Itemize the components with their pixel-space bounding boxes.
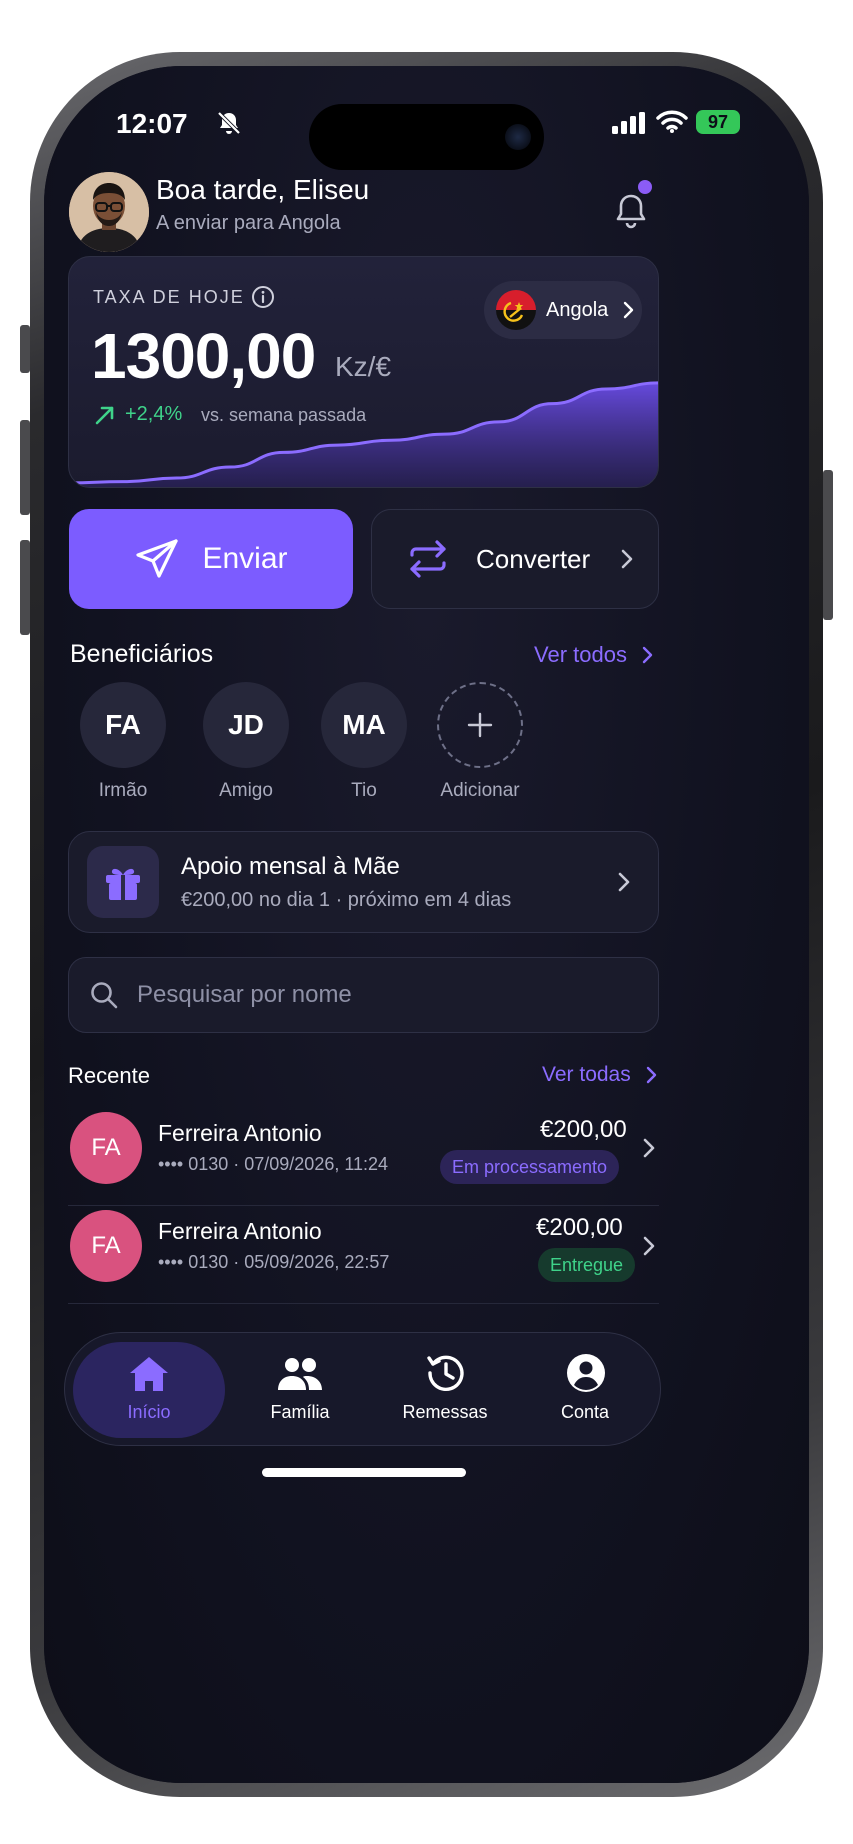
beneficiaries-view-all[interactable]: Ver todos [534,642,653,668]
wifi-icon [656,110,688,133]
plus-icon [467,712,493,738]
beneficiary-item[interactable]: JD Amigo [203,682,289,802]
recent-title: Recente [68,1063,150,1088]
transaction-row[interactable]: FA Ferreira Antonio •••• 0130 · 05/09/20… [68,1208,659,1304]
status-time: 12:07 [116,108,188,139]
greeting: Boa tarde, Eliseu [156,174,370,205]
beneficiary-label: Irmão [98,780,148,801]
nav-remittances-label: Remessas [402,1402,488,1422]
search-placeholder: Pesquisar por nome [137,981,352,1008]
transaction-amount: €200,00 [536,1214,623,1241]
rate-label: TAXA DE HOJE [93,287,245,307]
exchange-rate-card[interactable]: TAXA DE HOJE 1300,00 Kz/€ +2,4% vs. sema… [68,256,659,488]
nav-family[interactable]: Família [240,1342,360,1438]
transaction-meta: •••• 0130 · 05/09/2026, 22:57 [158,1252,390,1272]
chevron-right-icon [643,1138,655,1158]
country-selector[interactable]: Angola [484,281,642,339]
angola-flag-icon [496,290,536,330]
transaction-avatar: FA [70,1112,142,1184]
chevron-right-icon [624,301,634,319]
view-all-label: Ver todas [542,1063,631,1086]
gift-icon-box [87,846,159,918]
search-input[interactable]: Pesquisar por nome [68,957,659,1033]
history-icon [427,1355,464,1392]
gift-icon [106,868,140,900]
beneficiary-item[interactable]: MA Tio [321,682,407,802]
status-badge: Em processamento [440,1150,620,1184]
nav-family-label: Família [270,1402,330,1422]
send-button[interactable]: Enviar [69,509,353,609]
notification-dot [638,180,652,194]
avatar[interactable] [69,172,149,252]
rate-change: +2,4% [125,403,183,425]
beneficiaries-title: Beneficiários [70,640,214,668]
paper-plane-icon [136,539,179,578]
power-button [823,470,833,620]
beneficiary-label: Amigo [219,780,273,801]
add-beneficiary-button[interactable]: Adicionar [422,682,538,802]
transaction-name: Ferreira Antonio [158,1120,322,1146]
send-label: Enviar [202,542,288,575]
recent-view-all[interactable]: Ver todas [542,1063,657,1087]
chevron-right-icon [621,549,633,569]
nav-home[interactable]: Início [73,1342,225,1438]
trend-area [69,382,658,487]
recurring-transfer-card[interactable]: Apoio mensal à Mãe €200,00 no dia 1 · pr… [68,831,659,933]
beneficiary-item[interactable]: FA Irmão [80,682,166,802]
swap-arrows-icon [410,540,446,578]
chevron-right-icon [643,1236,655,1256]
chevron-right-icon [642,646,653,664]
beneficiary-avatar: FA [80,682,166,768]
battery-indicator: 97 [696,110,740,134]
rate-change-caption: vs. semana passada [201,405,367,425]
trend-up-arrow-icon [95,406,114,425]
volume-down-button [20,540,30,635]
account-icon [567,1354,605,1392]
nav-account-label: Conta [560,1402,610,1422]
add-circle [437,682,523,768]
volume-up-button [20,420,30,515]
battery-level: 97 [707,111,729,132]
family-icon [278,1358,322,1390]
action-button [20,325,30,373]
home-icon [130,1357,168,1391]
transaction-meta: •••• 0130 · 07/09/2026, 11:24 [158,1154,389,1174]
beneficiary-avatar: MA [321,682,407,768]
app-screen: 12:07 97 Boa tarde, Eliseu A enviar para… [44,66,809,1783]
nav-remittances[interactable]: Remessas [375,1342,515,1438]
country-name: Angola [546,298,609,321]
beneficiary-label: Tio [351,780,377,801]
bottom-navigation: Início Família Remessas Conta [64,1332,661,1446]
info-icon[interactable] [251,285,275,309]
rate-unit: Kz/€ [335,351,392,382]
notifications-button[interactable] [606,180,656,234]
profile-photo-icon [69,172,149,252]
cellular-signal-icon [612,112,645,134]
transaction-row[interactable]: FA Ferreira Antonio •••• 0130 · 07/09/20… [68,1110,659,1206]
home-indicator [262,1468,466,1477]
view-all-label: Ver todos [534,642,627,667]
nav-account[interactable]: Conta [525,1342,645,1438]
status-badge: Entregue [538,1248,636,1282]
recurring-title: Apoio mensal à Mãe [181,852,400,880]
transaction-avatar: FA [70,1210,142,1282]
add-label: Adicionar [440,780,520,801]
rate-value: 1300,00 [91,320,316,392]
beneficiary-avatar: JD [203,682,289,768]
chevron-right-icon [618,872,630,892]
transaction-name: Ferreira Antonio [158,1218,322,1244]
nav-home-label: Início [127,1402,171,1422]
recurring-subtitle: €200,00 no dia 1 · próximo em 4 dias [181,888,512,911]
convert-button[interactable]: Converter [371,509,659,609]
search-icon [91,982,118,1009]
silent-bell-icon [217,111,241,135]
convert-label: Converter [476,543,591,574]
chevron-right-icon [646,1066,656,1084]
sending-destination: A enviar para Angola [156,212,341,234]
transaction-amount: €200,00 [540,1116,627,1143]
dynamic-island [309,104,544,170]
